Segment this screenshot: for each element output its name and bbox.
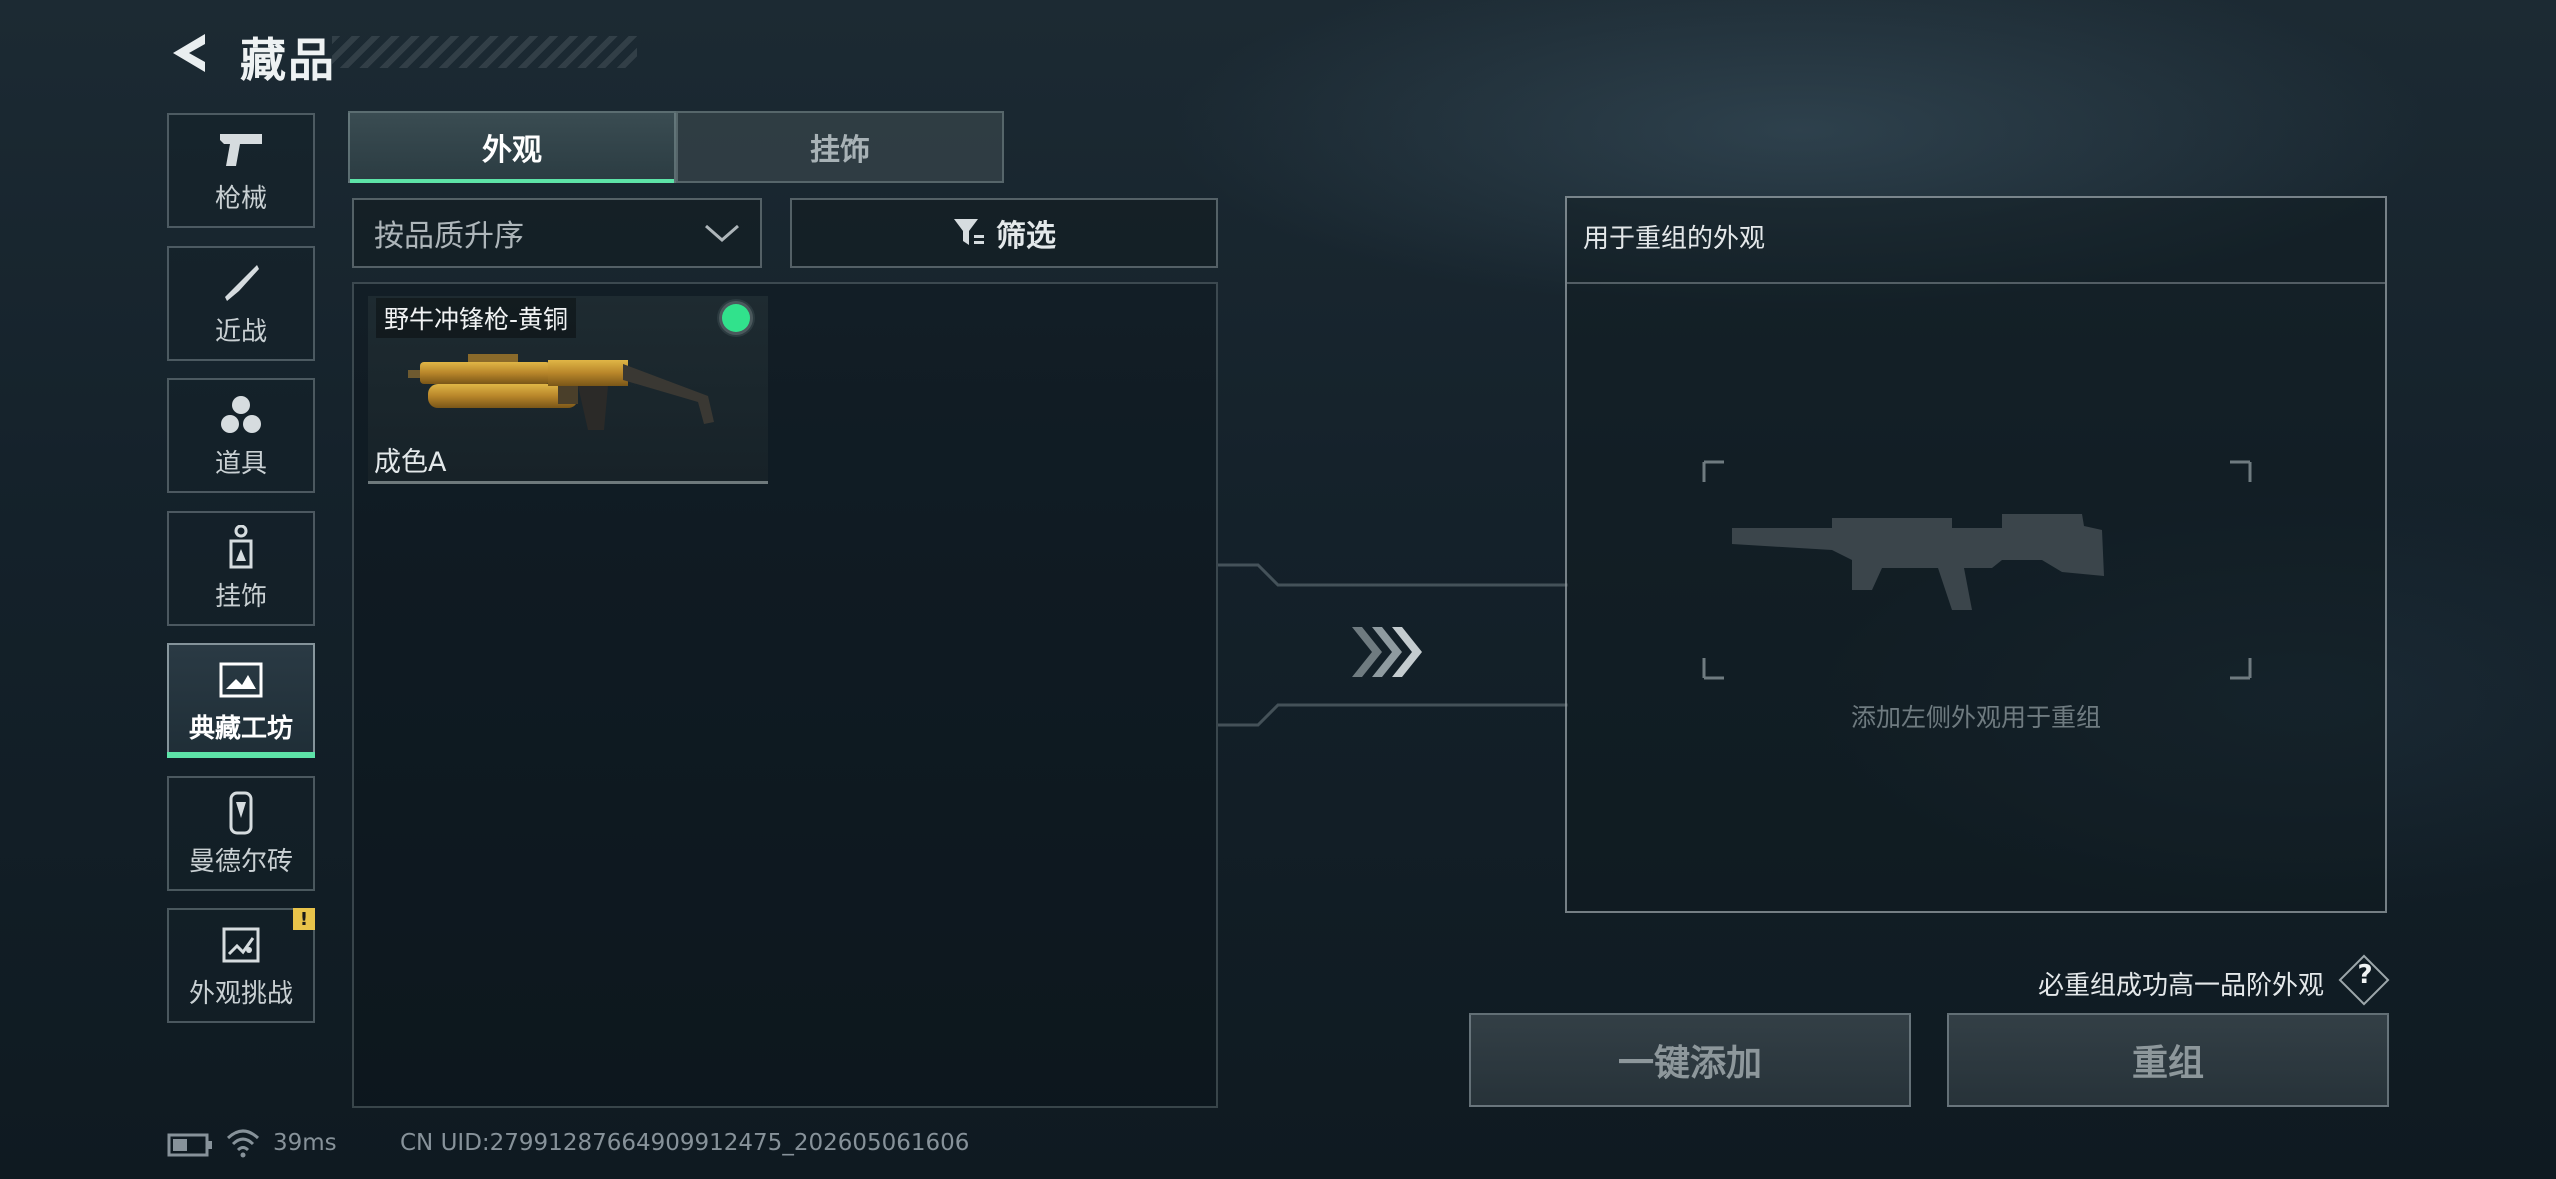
tab-charms[interactable]: 挂饰 xyxy=(676,111,1004,183)
sidebar-item-skin-challenge[interactable]: 外观挑战 ! xyxy=(167,908,315,1023)
sidebar-item-firearms[interactable]: 枪械 xyxy=(167,113,315,228)
sidebar-item-charms[interactable]: 挂饰 xyxy=(167,511,315,626)
add-all-label: 一键添加 xyxy=(1617,1043,1762,1084)
battery-icon xyxy=(167,1133,212,1157)
sidebar-item-label: 挂饰 xyxy=(214,582,267,612)
sort-label: 按品质升序 xyxy=(374,219,524,254)
wifi-icon xyxy=(226,1129,260,1158)
knife-icon xyxy=(217,259,265,307)
skin-name: 野牛冲锋枪-黄铜 xyxy=(376,298,577,338)
sidebar-item-melee[interactable]: 近战 xyxy=(167,246,315,361)
guarantee-note: 必重组成功高一品阶外观 xyxy=(2038,971,2325,1001)
recombine-hint: 添加左侧外观用于重组 xyxy=(1850,703,2101,732)
sidebar-item-gadgets[interactable]: 道具 xyxy=(167,378,315,493)
bizon-smg-gold-image xyxy=(408,354,714,430)
user-uid: CN UID:27991287664909912475_202605061606 xyxy=(400,1130,970,1156)
back-arrow-icon xyxy=(173,34,205,72)
skin-card[interactable]: 野牛冲锋枪-黄铜 成色A xyxy=(368,296,768,484)
recombine-panel[interactable]: 用于重组的外观 添加左侧外观用于重组 xyxy=(1565,196,2387,913)
sidebar-item-label: 枪械 xyxy=(214,184,267,214)
skin-grade: 成色A xyxy=(374,447,447,478)
sidebar-item-label: 外观挑战 xyxy=(188,979,293,1009)
sidebar-item-mandel-brick[interactable]: 曼德尔砖 xyxy=(167,776,315,891)
sidebar-item-label: 近战 xyxy=(214,317,267,347)
recombine-label: 重组 xyxy=(2131,1043,2204,1084)
chevron-down-icon xyxy=(705,224,739,242)
sort-dropdown[interactable]: 按品质升序 xyxy=(352,198,762,268)
challenge-icon xyxy=(217,921,265,969)
pistol-icon xyxy=(217,126,265,174)
sidebar-item-label: 曼德尔砖 xyxy=(188,847,293,877)
sidebar-item-workshop[interactable]: 典藏工坊 xyxy=(167,643,315,758)
filter-label: 筛选 xyxy=(996,219,1056,254)
back-button[interactable] xyxy=(165,28,215,78)
notification-badge: ! xyxy=(293,908,315,930)
filter-icon xyxy=(954,219,984,245)
page-title: 藏品 xyxy=(240,33,336,87)
gadget-icon xyxy=(217,391,265,439)
add-all-button[interactable]: 一键添加 xyxy=(1469,1013,1911,1107)
network-latency: 39ms xyxy=(273,1130,337,1156)
sidebar-item-label: 典藏工坊 xyxy=(188,714,293,744)
sidebar-item-label: 道具 xyxy=(214,449,267,479)
filter-button[interactable]: 筛选 xyxy=(790,198,1218,268)
help-icon: ? xyxy=(2357,960,2373,990)
recombine-button[interactable]: 重组 xyxy=(1947,1013,2389,1107)
workshop-icon xyxy=(217,656,265,704)
recombine-panel-header: 用于重组的外观 xyxy=(1567,198,2385,284)
charm-icon xyxy=(217,524,265,572)
mandel-brick-icon xyxy=(217,789,265,837)
tab-skins[interactable]: 外观 xyxy=(348,111,676,183)
triple-chevron-right-icon xyxy=(1352,627,1422,677)
selected-indicator xyxy=(722,304,750,332)
empty-slot-rifle-icon xyxy=(1702,460,2252,680)
title-decoration xyxy=(332,36,637,68)
